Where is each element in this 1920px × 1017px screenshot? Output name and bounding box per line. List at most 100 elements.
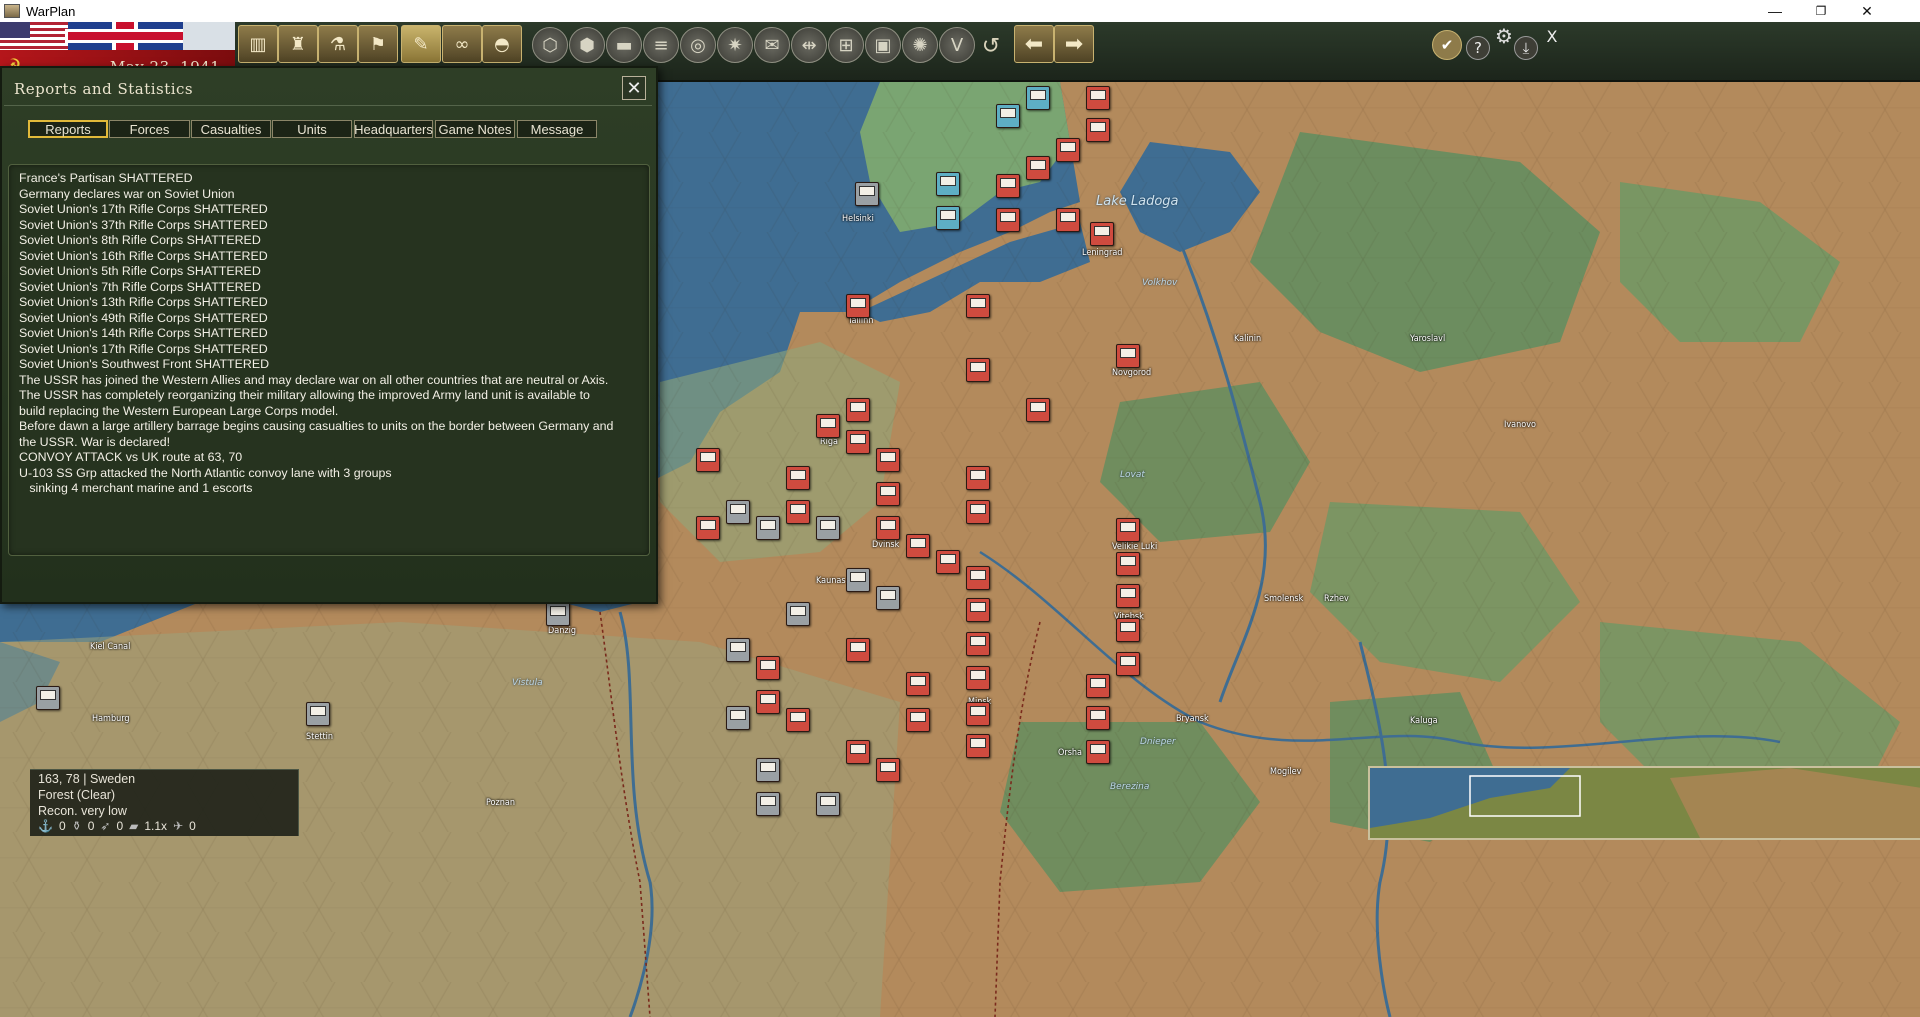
soviet-unit-counter[interactable] (996, 174, 1020, 198)
city-label[interactable]: Dvinsk (872, 540, 899, 550)
previous-unit-button[interactable]: ⬅ (1014, 25, 1054, 63)
victory-button[interactable]: V (939, 27, 975, 63)
soviet-unit-counter[interactable] (906, 672, 930, 696)
star-filter-button[interactable]: ✷ (717, 27, 753, 63)
soviet-unit-counter[interactable] (846, 398, 870, 422)
soviet-unit-counter[interactable] (1086, 118, 1110, 142)
soviet-unit-counter[interactable] (1090, 222, 1114, 246)
explosion-filter-button[interactable]: ✺ (902, 27, 938, 63)
minimize-button[interactable]: — (1752, 0, 1798, 22)
soviet-unit-counter[interactable] (1116, 618, 1140, 642)
soviet-unit-counter[interactable] (1116, 652, 1140, 676)
city-label[interactable]: Riga (820, 437, 838, 447)
soviet-unit-counter[interactable] (1086, 740, 1110, 764)
soviet-unit-counter[interactable] (1026, 156, 1050, 180)
soviet-unit-counter[interactable] (876, 448, 900, 472)
soviet-unit-counter[interactable] (966, 566, 990, 590)
soviet-unit-counter[interactable] (846, 430, 870, 454)
axis-unit-counter[interactable] (816, 792, 840, 816)
soviet-unit-counter[interactable] (1116, 584, 1140, 608)
city-label[interactable]: Bryansk (1176, 714, 1209, 724)
stack-filter-button[interactable]: ≡ (643, 27, 679, 63)
soviet-unit-counter[interactable] (966, 500, 990, 524)
tab-forces[interactable]: Forces (109, 120, 190, 138)
tab-message[interactable]: Message (517, 120, 597, 138)
axis-unit-counter[interactable] (726, 500, 750, 524)
soviet-unit-counter[interactable] (966, 466, 990, 490)
soviet-unit-counter[interactable] (1116, 518, 1140, 542)
soviet-unit-counter[interactable] (906, 708, 930, 732)
city-label[interactable]: Kiel Canal (90, 642, 130, 652)
city-label[interactable]: Rzhev (1324, 594, 1349, 604)
soviet-unit-counter[interactable] (1116, 552, 1140, 576)
factory-button[interactable]: ▥ (238, 25, 278, 63)
tab-reports[interactable]: Reports (28, 120, 108, 138)
axis-unit-counter[interactable] (855, 182, 879, 206)
soviet-unit-counter[interactable] (1056, 138, 1080, 162)
soviet-unit-counter[interactable] (786, 466, 810, 490)
axis-unit-counter[interactable] (756, 792, 780, 816)
soviet-unit-counter[interactable] (876, 482, 900, 506)
axis-unit-counter[interactable] (756, 516, 780, 540)
soviet-unit-counter[interactable] (936, 550, 960, 574)
soviet-unit-counter[interactable] (786, 708, 810, 732)
diplomacy-button[interactable]: ⚑ (358, 25, 398, 63)
city-label[interactable]: Ivanovo (1504, 420, 1536, 430)
soviet-unit-counter[interactable] (1086, 86, 1110, 110)
finnish-unit-counter[interactable] (936, 172, 960, 196)
help-button[interactable]: ? (1466, 36, 1490, 60)
soviet-unit-counter[interactable] (756, 690, 780, 714)
soviet-unit-counter[interactable] (1056, 208, 1080, 232)
window-close-button[interactable]: ✕ (1844, 0, 1890, 22)
axis-unit-counter[interactable] (726, 638, 750, 662)
frame-filter-button[interactable]: ▣ (865, 27, 901, 63)
finnish-unit-counter[interactable] (936, 206, 960, 230)
minimap[interactable] (1368, 766, 1920, 840)
line-filter-button[interactable]: ⇹ (791, 27, 827, 63)
axis-unit-counter[interactable] (36, 686, 60, 710)
soviet-unit-counter[interactable] (846, 740, 870, 764)
soviet-unit-counter[interactable] (906, 534, 930, 558)
city-label[interactable]: Helsinki (842, 214, 874, 224)
soviet-unit-counter[interactable] (1086, 706, 1110, 730)
soviet-unit-counter[interactable] (786, 500, 810, 524)
grid-filter-button[interactable]: ⊞ (828, 27, 864, 63)
soviet-unit-counter[interactable] (1116, 344, 1140, 368)
soviet-unit-counter[interactable] (966, 666, 990, 690)
city-label[interactable]: Kaunas (816, 576, 846, 586)
target-filter-button[interactable]: ◎ (680, 27, 716, 63)
soviet-unit-counter[interactable] (966, 294, 990, 318)
soviet-unit-counter[interactable] (846, 638, 870, 662)
supply-filter-button[interactable]: ⬢ (569, 27, 605, 63)
recon-button[interactable]: ∞ (442, 25, 482, 63)
soviet-unit-counter[interactable] (996, 208, 1020, 232)
axis-unit-counter[interactable] (546, 602, 570, 626)
soviet-unit-counter[interactable] (816, 414, 840, 438)
end-turn-button[interactable]: ✔ (1432, 30, 1462, 60)
soviet-unit-counter[interactable] (876, 516, 900, 540)
axis-unit-counter[interactable] (726, 706, 750, 730)
city-label[interactable]: Novgorod (1112, 368, 1151, 378)
soviet-unit-counter[interactable] (876, 758, 900, 782)
city-label[interactable]: Poznan (486, 798, 515, 808)
soviet-unit-counter[interactable] (1026, 398, 1050, 422)
city-label[interactable]: Kalinin (1234, 334, 1261, 344)
reports-button[interactable]: ✎ (401, 25, 441, 63)
undo-button[interactable]: ↺ (972, 28, 1010, 64)
soviet-unit-counter[interactable] (966, 632, 990, 656)
soviet-unit-counter[interactable] (756, 656, 780, 680)
soviet-unit-counter[interactable] (966, 358, 990, 382)
axis-unit-counter[interactable] (846, 568, 870, 592)
soviet-unit-counter[interactable] (696, 516, 720, 540)
save-button[interactable]: ⤓ (1514, 36, 1538, 60)
city-label[interactable]: Yaroslavl (1410, 334, 1445, 344)
tab-casualties[interactable]: Casualties (191, 120, 271, 138)
soviet-unit-counter[interactable] (966, 734, 990, 758)
exit-game-button[interactable]: X (1538, 22, 1566, 50)
city-label[interactable]: Orsha (1058, 748, 1082, 758)
city-label[interactable]: Kaluga (1410, 716, 1438, 726)
city-label[interactable]: Velikie Luki (1112, 542, 1157, 552)
research-button[interactable]: ⚗ (318, 25, 358, 63)
finnish-unit-counter[interactable] (996, 104, 1020, 128)
panel-close-button[interactable]: ✕ (622, 76, 646, 100)
